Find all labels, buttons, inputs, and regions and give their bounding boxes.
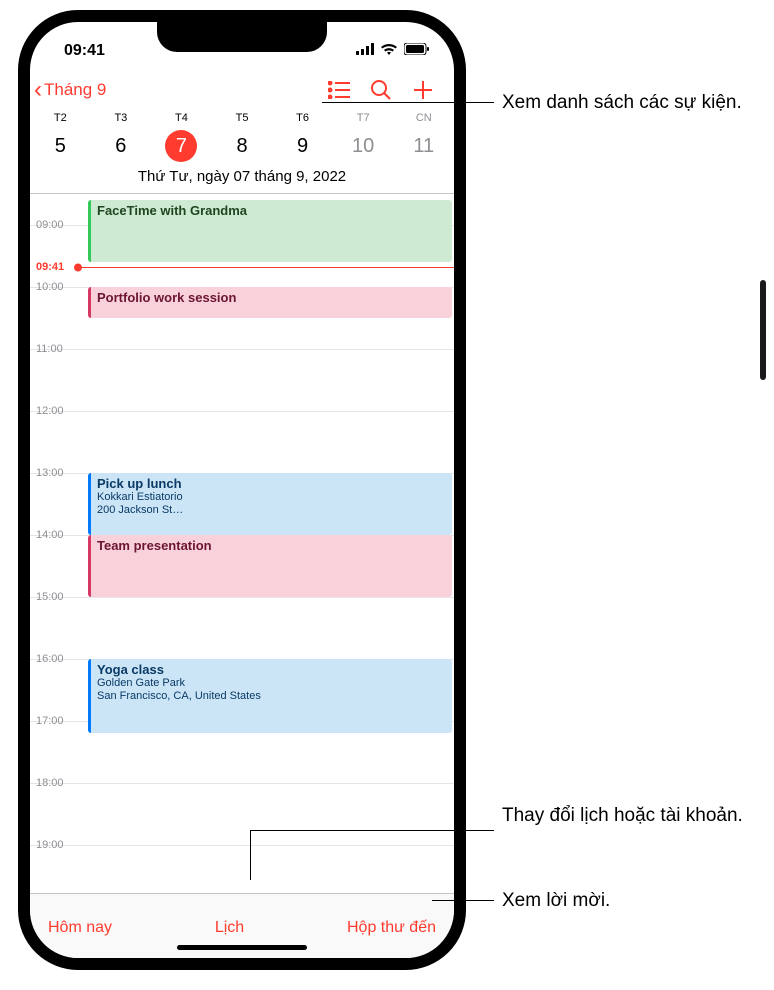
inbox-button[interactable]: Hộp thư đến: [347, 919, 436, 937]
event-title: Yoga class: [97, 662, 446, 677]
day-number: 9: [297, 135, 308, 157]
hour-label: 14:00: [36, 529, 64, 541]
event-title: Portfolio work session: [97, 290, 446, 305]
week-header: T2 5 T3 6 T4 7 T5 8 T6 9 T7 10 CN 11: [30, 108, 454, 162]
day-of-week-label: CN: [393, 112, 454, 124]
day-column[interactable]: T7 10: [333, 112, 394, 162]
calendar-event[interactable]: Pick up lunchKokkari Estiatorio200 Jacks…: [88, 473, 452, 535]
day-column[interactable]: T5 8: [212, 112, 273, 162]
callout-inbox: Xem lời mời.: [502, 888, 610, 914]
hour-label: 13:00: [36, 467, 64, 479]
hour-label: 18:00: [36, 777, 64, 789]
back-label: Tháng 9: [44, 80, 106, 100]
day-of-week-label: T3: [91, 112, 152, 124]
day-of-week-label: T4: [151, 112, 212, 124]
day-column[interactable]: T6 9: [272, 112, 333, 162]
event-title: FaceTime with Grandma: [97, 203, 446, 218]
calendar-event[interactable]: Yoga classGolden Gate ParkSan Francisco,…: [88, 659, 452, 733]
hour-gridline: [30, 411, 454, 412]
day-of-week-label: T6: [272, 112, 333, 124]
event-subtitle: San Francisco, CA, United States: [97, 690, 446, 703]
battery-icon: [404, 42, 430, 60]
add-button[interactable]: [402, 79, 444, 101]
day-column[interactable]: CN 11: [393, 112, 454, 162]
calendars-button[interactable]: Lịch: [112, 919, 347, 937]
hour-label: 15:00: [36, 591, 64, 603]
current-time-line: [78, 267, 454, 268]
callout-calendars: Thay đổi lịch hoặc tài khoản.: [502, 803, 743, 829]
day-of-week-label: T5: [212, 112, 273, 124]
day-number: 8: [236, 135, 247, 157]
wifi-icon: [380, 42, 398, 60]
hour-label: 19:00: [36, 839, 64, 851]
today-button[interactable]: Hôm nay: [48, 919, 112, 937]
phone-frame: 09:41 ‹ Tháng 9 T2 5 T3 6 T4 7 T5 8 T6: [18, 10, 466, 970]
day-number: 10: [352, 135, 374, 157]
notch: [157, 22, 327, 52]
timeline[interactable]: 09:00 10:00 11:00 12:00 13:00 14:00 15:00 16:00…: [30, 194, 454, 854]
calendar-event[interactable]: Team presentation: [88, 535, 452, 597]
calendar-event[interactable]: Portfolio work session: [88, 287, 452, 318]
cellular-icon: [356, 42, 374, 60]
day-of-week-label: T7: [333, 112, 394, 124]
event-title: Team presentation: [97, 538, 446, 553]
hour-gridline: [30, 597, 454, 598]
event-subtitle: 200 Jackson St…: [97, 504, 446, 517]
search-button[interactable]: [360, 79, 402, 101]
day-column[interactable]: T3 6: [91, 112, 152, 162]
status-time: 09:41: [64, 42, 105, 60]
hour-label: 16:00: [36, 653, 64, 665]
day-number: 11: [413, 135, 434, 157]
hour-label: 10:00: [36, 281, 64, 293]
home-indicator[interactable]: [177, 945, 307, 950]
event-subtitle: Kokkari Estiatorio: [97, 491, 446, 504]
day-number: 7: [165, 130, 197, 162]
callout-list: Xem danh sách các sự kiện.: [502, 90, 742, 116]
hour-label: 09:00: [36, 219, 64, 231]
calendar-event[interactable]: FaceTime with Grandma: [88, 200, 452, 262]
day-column[interactable]: T4 7: [151, 112, 212, 162]
hour-label: 17:00: [36, 715, 64, 727]
back-button[interactable]: ‹ Tháng 9: [34, 76, 106, 104]
hour-label: 12:00: [36, 405, 64, 417]
chevron-left-icon: ‹: [34, 76, 42, 104]
current-time-label: 09:41: [36, 261, 64, 273]
list-view-button[interactable]: [318, 81, 360, 99]
day-of-week-label: T2: [30, 112, 91, 124]
date-title: Thứ Tư, ngày 07 tháng 9, 2022: [30, 162, 454, 194]
event-title: Pick up lunch: [97, 476, 446, 491]
day-number: 6: [115, 135, 126, 157]
hour-gridline: [30, 349, 454, 350]
hour-label: 11:00: [36, 343, 63, 355]
hour-gridline: [30, 783, 454, 784]
day-number: 5: [55, 135, 66, 157]
hour-gridline: [30, 845, 454, 846]
day-column[interactable]: T2 5: [30, 112, 91, 162]
event-subtitle: Golden Gate Park: [97, 677, 446, 690]
current-time-dot: [74, 264, 82, 272]
